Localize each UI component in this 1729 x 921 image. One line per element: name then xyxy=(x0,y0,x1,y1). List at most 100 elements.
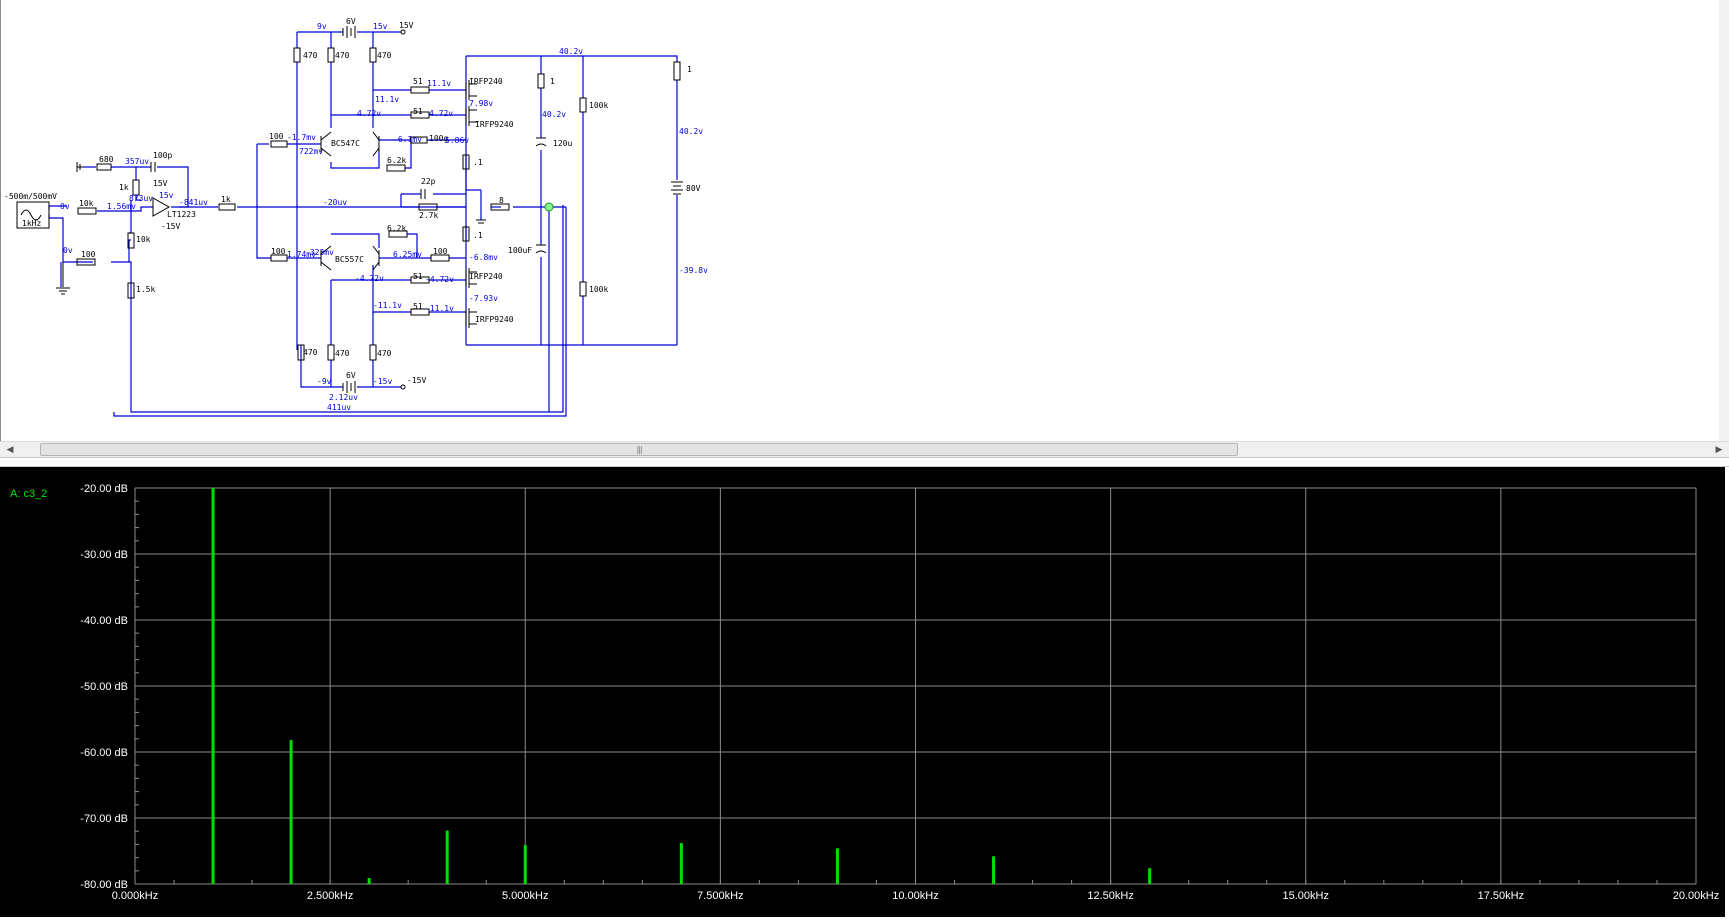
horizontal-scrollbar[interactable]: ◀ ||| ▶ xyxy=(0,441,1729,458)
spectrum-bar xyxy=(1148,868,1152,884)
probe-v841: -841uv xyxy=(179,198,208,207)
scrollbar-thumb[interactable]: ||| xyxy=(40,443,1238,456)
wires xyxy=(48,31,678,417)
label-bat6v-top: 6V xyxy=(346,17,356,26)
label-r470-3: 470 xyxy=(377,51,392,60)
spectrum-bar xyxy=(992,856,996,884)
source-amplitude: -500m/500mV xyxy=(4,192,57,201)
grip-icon: ||| xyxy=(636,445,642,454)
x-tick-label: 15.00kHz xyxy=(1283,890,1329,902)
scroll-right-icon[interactable]: ▶ xyxy=(1711,443,1727,457)
label-r100k-b: 100k xyxy=(589,285,608,294)
label-m3: IRFP240 xyxy=(469,272,503,281)
label-r470-5: 470 xyxy=(335,349,350,358)
spectrum-bar xyxy=(289,740,293,884)
label-r2-7k: 2.7k xyxy=(419,211,438,220)
spectrum-bar xyxy=(211,488,215,884)
label-opamp-vn: -15V xyxy=(161,222,180,231)
label-v15-bot: -15V xyxy=(407,376,426,385)
scroll-left-icon[interactable]: ◀ xyxy=(2,443,18,457)
label-r51-3: 51 xyxy=(413,272,423,281)
y-tick-label: -30.00 dB xyxy=(80,549,128,561)
probe-v15b: 15v xyxy=(159,191,174,200)
spectrum-bar xyxy=(679,843,683,884)
probe-v722: 722mv xyxy=(299,147,323,156)
y-tick-label: -20.00 dB xyxy=(80,483,128,495)
label-r100-in: 100 xyxy=(81,250,96,259)
probe-vm111b: -11.1v xyxy=(425,304,454,313)
spectrum-bar xyxy=(835,848,839,884)
probe-vm20: -20uv xyxy=(323,198,347,207)
probe-v625: 6.25mv xyxy=(393,250,422,259)
circuit-diagram[interactable]: -500m/500mV 1kHz 680 100p 1k 10k 10k 100… xyxy=(1,0,1719,441)
schematic-canvas[interactable]: -500m/500mV 1kHz 680 100p 1k 10k 10k 100… xyxy=(0,0,1729,441)
probe-v357: 357uv xyxy=(125,157,149,166)
x-tick-label: 0.000kHz xyxy=(112,890,158,902)
label-r0-1-a: .1 xyxy=(473,158,483,167)
label-r100-q1: 100 xyxy=(269,132,284,141)
probe-vm15: -15v xyxy=(373,377,392,386)
probe-vm793: -7.93v xyxy=(469,294,498,303)
probe-vm472b: -4.72v xyxy=(425,275,454,284)
probe-vm111a: -11.1v xyxy=(373,301,402,310)
label-r51-4: 51 xyxy=(413,302,423,311)
plot-area[interactable]: A: c3_2 0.000kHz 2.500kHz 5.000kHz 7.500kHz… xyxy=(0,467,1725,917)
label-c100u: 100uF xyxy=(508,246,532,255)
label-q2: BC557C xyxy=(335,255,364,264)
x-tick-label: 2.500kHz xyxy=(307,890,353,902)
probe-v15a: 15v xyxy=(373,22,388,31)
label-r1-right: 1 xyxy=(687,65,692,74)
label-q1: BC547C xyxy=(331,139,360,148)
label-r100-c: 100 xyxy=(433,247,448,256)
label-v15-top: 15V xyxy=(399,21,414,30)
trace-label: A: c3_2 xyxy=(10,488,48,500)
probe-v0: 0v xyxy=(60,202,70,211)
spectrum-chart[interactable]: 0.000kHz 2.500kHz 5.000kHz 7.500kHz 10.00kHz… xyxy=(0,467,1725,917)
label-m2: IRFP9240 xyxy=(475,120,514,129)
label-r51-1: 51 xyxy=(413,77,423,86)
probe-v402c: 40.2v xyxy=(679,127,703,136)
y-tick-label: -70.00 dB xyxy=(80,813,128,825)
label-r-load: 8 xyxy=(499,196,504,205)
probe-vm68: -6.8mv xyxy=(469,253,498,262)
probe-v472b: 4.72v xyxy=(429,109,453,118)
probe-v411: 411uv xyxy=(327,403,351,412)
probe-vm398: -39.8v xyxy=(679,266,708,275)
label-r470-2: 470 xyxy=(335,51,350,60)
probe-v402a: 40.2v xyxy=(559,47,583,56)
label-r1-top: 1 xyxy=(550,77,555,86)
probe-v0b: 0v xyxy=(63,246,73,255)
probe-vm61: -6.1mv xyxy=(393,135,422,144)
spectrum-bar xyxy=(523,845,527,884)
label-r6-2k-2: 6.2k xyxy=(387,224,406,233)
label-r470-1: 470 xyxy=(303,51,318,60)
label-r10k-in: 10k xyxy=(79,199,94,208)
vertical-scrollbar[interactable] xyxy=(1719,0,1729,441)
spectrum-plot-panel[interactable]: A: c3_2 0.000kHz 2.500kHz 5.000kHz 7.500kHz… xyxy=(0,467,1729,921)
x-tick-label: 7.500kHz xyxy=(697,890,743,902)
label-r1k: 1k xyxy=(119,183,129,192)
label-bat80: 80V xyxy=(686,184,701,193)
spectrum-bar xyxy=(445,830,449,884)
label-r0-1-b: .1 xyxy=(473,231,483,240)
x-tick-label: 5.000kHz xyxy=(502,890,548,902)
probe-v586: 5.86v xyxy=(445,136,469,145)
probe-vm472a: -4.72v xyxy=(355,274,384,283)
probe-v798: 7.98v xyxy=(469,99,493,108)
label-r470-4: 470 xyxy=(303,348,318,357)
probe-v9: 9v xyxy=(317,22,327,31)
probe-v156: 1.56mv xyxy=(107,202,136,211)
probe-v402b: 40.2v xyxy=(542,110,566,119)
pane-splitter[interactable] xyxy=(0,458,1729,467)
probe-vm9: -9v xyxy=(317,377,332,386)
label-bat6v-bot: 6V xyxy=(346,371,356,380)
label-c120u: 120u xyxy=(553,139,572,148)
x-tick-label: 12.50kHz xyxy=(1087,890,1133,902)
label-r6-2k-1: 6.2k xyxy=(387,156,406,165)
probe-v111a: 11.1v xyxy=(375,95,399,104)
x-tick-label: 17.50kHz xyxy=(1478,890,1524,902)
label-opamp-vp: 15V xyxy=(153,179,168,188)
probe-v212: 2.12uv xyxy=(329,393,358,402)
probe-v174: 1.74mv xyxy=(287,250,316,259)
y-tick-label: -50.00 dB xyxy=(80,681,128,693)
